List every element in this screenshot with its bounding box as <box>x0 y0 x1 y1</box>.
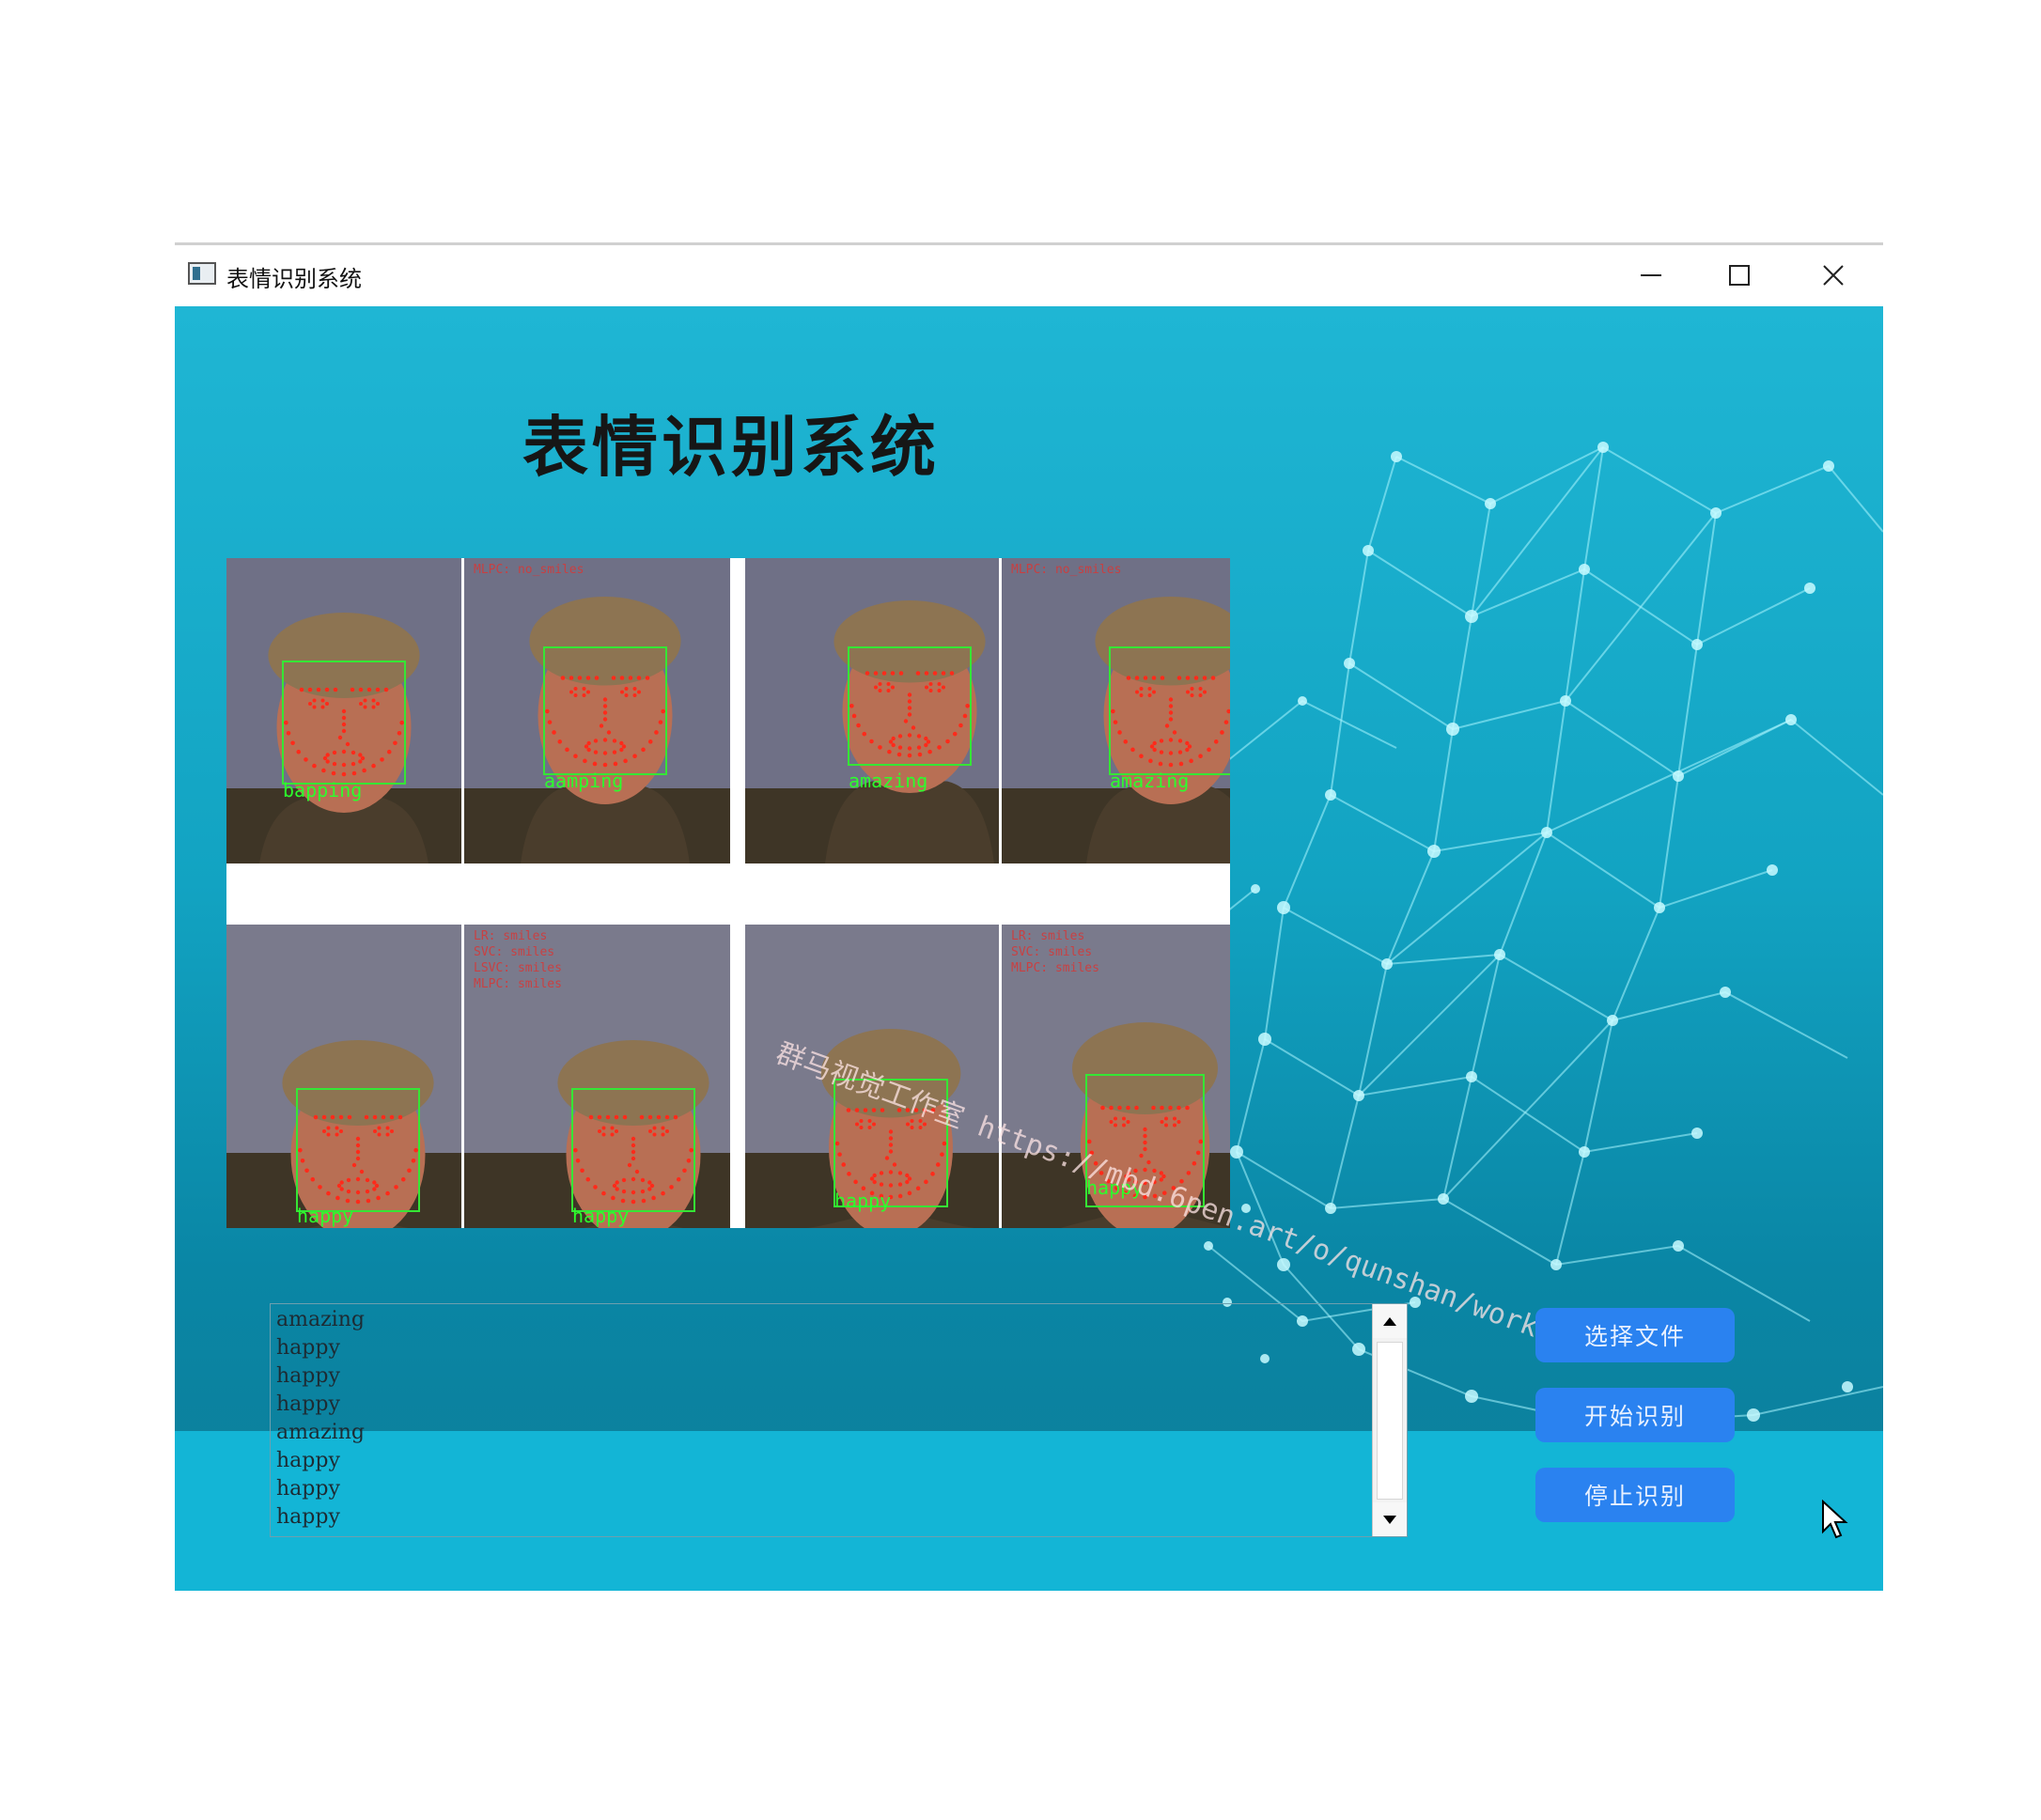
face-photo: happy <box>226 925 461 1228</box>
log-lines: amazing happy happy happy amazing happy … <box>276 1306 365 1532</box>
log-line: happy <box>276 1364 340 1388</box>
face-image-grid: bapping aamping MLPC: no_smiles amazing … <box>226 558 1230 1228</box>
log-line: happy <box>276 1336 340 1360</box>
face-image <box>745 558 999 863</box>
maximize-button[interactable] <box>1716 255 1763 296</box>
arrow-up-icon <box>1383 1316 1396 1326</box>
result-log[interactable]: amazing happy happy happy amazing happy … <box>270 1303 1408 1537</box>
expression-label: amazing <box>849 770 928 792</box>
log-line: happy <box>276 1505 340 1529</box>
classifier-note: LR: smiles SVC: smiles LSVC: smiles MLPC: s… <box>474 929 562 991</box>
page-heading: 表情识别系统 <box>522 409 940 486</box>
face-image <box>226 558 461 863</box>
scroll-down-button[interactable] <box>1373 1502 1407 1536</box>
log-line: happy <box>276 1449 340 1472</box>
scroll-up-button[interactable] <box>1373 1304 1407 1338</box>
arrow-down-icon <box>1383 1515 1396 1524</box>
face-image <box>464 558 730 863</box>
face-photo: happy LR: smiles SVC: smiles LSVC: smiles ML… <box>464 925 730 1228</box>
scroll-thumb[interactable] <box>1377 1342 1403 1500</box>
minimize-button[interactable] <box>1628 255 1675 296</box>
log-line: happy <box>276 1392 340 1416</box>
main-content: 表情识别系统 bapping aamping MLPC: no_smiles a… <box>175 306 1883 1591</box>
title-bar: 表情识别系统 <box>175 245 1883 305</box>
start-recognition-button[interactable]: 开始识别 <box>1535 1388 1735 1442</box>
minimize-icon <box>1641 274 1661 276</box>
expression-label: happy <box>297 1205 354 1227</box>
maximize-icon <box>1729 265 1750 286</box>
expression-label: bapping <box>283 779 363 801</box>
face-image <box>226 925 461 1228</box>
expression-label: happy <box>572 1205 630 1227</box>
log-line: happy <box>276 1477 340 1501</box>
log-line: amazing <box>276 1421 365 1444</box>
close-icon <box>1823 265 1844 286</box>
face-photo: bapping <box>226 558 461 863</box>
stop-recognition-button[interactable]: 停止识别 <box>1535 1468 1735 1522</box>
face-photo: amazing MLPC: no_smiles <box>1002 558 1230 863</box>
app-icon <box>188 262 216 285</box>
log-line: amazing <box>276 1308 365 1331</box>
face-image <box>1002 558 1230 863</box>
classifier-note: MLPC: no_smiles <box>1011 563 1122 577</box>
close-button[interactable] <box>1810 255 1857 296</box>
classifier-note: MLPC: no_smiles <box>474 563 584 577</box>
classifier-note: LR: smiles SVC: smiles MLPC: smiles <box>1011 929 1099 975</box>
expression-label: amazing <box>1110 770 1190 792</box>
mouse-cursor-icon <box>1822 1500 1848 1539</box>
select-file-button[interactable]: 选择文件 <box>1535 1308 1735 1362</box>
face-photo: amazing <box>745 558 999 863</box>
expression-label: aamping <box>544 770 624 792</box>
log-scrollbar[interactable] <box>1372 1304 1407 1536</box>
app-window: 表情识别系统 表情识别系统 bapping aamping MLPC: no_s… <box>175 245 1883 1591</box>
window-title: 表情识别系统 <box>226 266 362 292</box>
expression-label: happy <box>834 1190 892 1212</box>
face-photo: aamping MLPC: no_smiles <box>464 558 730 863</box>
